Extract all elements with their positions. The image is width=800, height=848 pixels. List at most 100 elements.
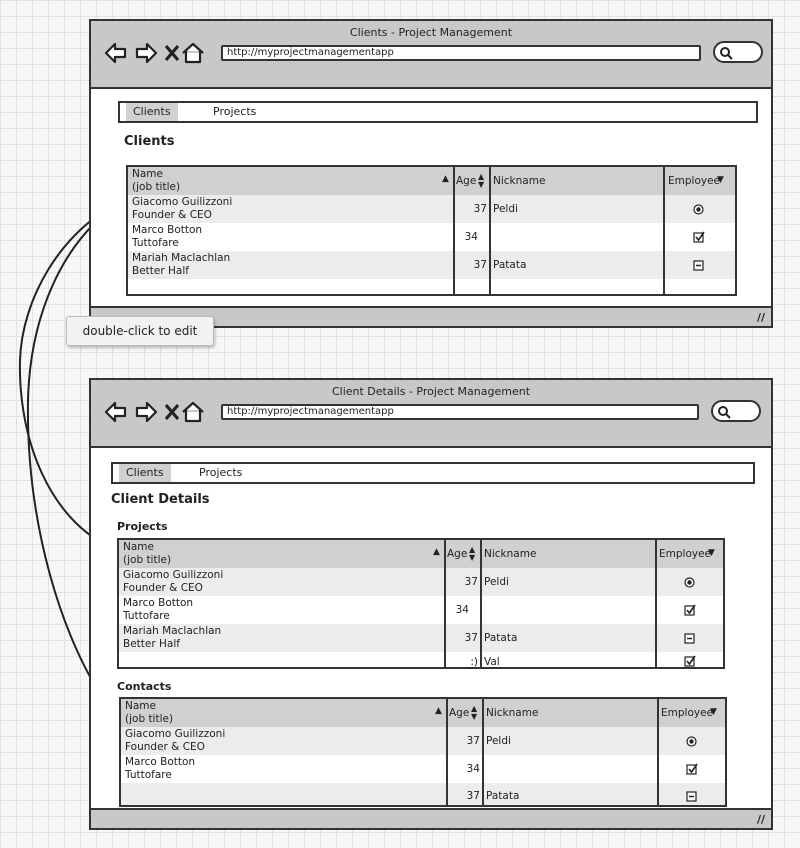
resize-grip-icon[interactable]: // (757, 813, 765, 826)
column-header-job-title: (job title) (132, 181, 181, 193)
sort-descending-icon[interactable]: ▼ (710, 706, 717, 719)
url-bar[interactable]: http://myprojectmanagementapp (221, 45, 701, 61)
checkbox-indeterminate-icon[interactable] (684, 633, 695, 644)
column-header-age[interactable]: Age (447, 548, 467, 561)
search-icon (720, 47, 733, 60)
cell-nickname: Patata (486, 790, 520, 802)
column-header-job-title: (job title) (123, 554, 172, 566)
forward-arrow-icon[interactable] (135, 401, 158, 423)
column-header-name[interactable]: Name (132, 168, 163, 181)
radio-button-icon[interactable] (686, 736, 697, 747)
column-header-employee[interactable]: Employee (661, 707, 713, 720)
cell-nickname: Peldi (486, 735, 511, 747)
stop-x-icon[interactable] (164, 403, 180, 421)
contacts-grid[interactable]: Name (job title) ▲ Age ▲ ▼ Nickname Emplo… (119, 697, 727, 807)
search-box[interactable] (711, 400, 761, 422)
sort-ascending-icon[interactable]: ▲ (433, 546, 440, 559)
sort-ascending-icon[interactable]: ▲ (435, 705, 442, 718)
cell-job-title: Founder & CEO (125, 741, 205, 753)
home-icon[interactable] (182, 42, 204, 64)
cell-name: Marco Botton (125, 756, 196, 768)
cell-age: 34 (466, 763, 480, 775)
resize-grip-icon[interactable]: // (757, 311, 765, 324)
table-row[interactable] (121, 755, 725, 783)
cell-name: Giacomo Guilizzoni (123, 569, 224, 581)
column-header-age[interactable]: Age (449, 707, 469, 720)
page-title: Client Details (111, 492, 210, 507)
cell-age: 34 (455, 604, 469, 616)
column-header-nickname[interactable]: Nickname (484, 548, 536, 561)
tab-bar: Clients Projects (111, 462, 755, 484)
table-row[interactable] (119, 596, 723, 624)
browser-titlebar: Clients - Project Management http://mypr… (91, 21, 771, 89)
sort-descending-icon[interactable]: ▼ (708, 547, 715, 560)
cell-name: Mariah Maclachlan (123, 625, 222, 637)
cell-name: Giacomo Guilizzoni (125, 728, 226, 740)
column-header-name[interactable]: Name (123, 541, 154, 554)
sort-descending-icon[interactable]: ▼ (717, 174, 724, 187)
column-header-employee[interactable]: Employee (659, 548, 711, 561)
search-icon (718, 406, 731, 419)
window-title: Clients - Project Management (349, 26, 513, 39)
cell-nickname: Val (484, 656, 500, 668)
table-row[interactable] (128, 223, 735, 251)
cell-age: 37 (464, 576, 478, 588)
tab-clients[interactable]: Clients (126, 103, 178, 121)
page-title: Clients (124, 134, 175, 149)
radio-button-icon[interactable] (684, 577, 695, 588)
clients-window: Clients - Project Management http://mypr… (89, 19, 773, 328)
checkbox-checked-icon[interactable] (684, 655, 696, 667)
column-header-nickname[interactable]: Nickname (486, 707, 538, 720)
home-icon[interactable] (182, 401, 204, 423)
cell-job-title: Tuttofare (123, 610, 170, 622)
sort-both-icon[interactable]: ▲ ▼ (469, 546, 475, 562)
cell-age: 37 (466, 735, 480, 747)
back-arrow-icon[interactable] (104, 401, 127, 423)
cell-job-title: Better Half (123, 638, 180, 650)
checkbox-checked-icon[interactable] (686, 763, 698, 775)
checkbox-indeterminate-icon[interactable] (693, 260, 704, 271)
browser-titlebar: Client Details - Project Management http… (91, 380, 771, 448)
cell-age: 37 (466, 790, 480, 802)
stop-x-icon[interactable] (164, 44, 180, 62)
forward-arrow-icon[interactable] (135, 42, 158, 64)
cell-name: Mariah Maclachlan (132, 252, 231, 264)
cell-nickname: Peldi (484, 576, 509, 588)
radio-button-icon[interactable] (693, 204, 704, 215)
checkbox-indeterminate-icon[interactable] (686, 791, 697, 802)
tab-bar: Clients Projects (118, 101, 758, 123)
checkbox-checked-icon[interactable] (693, 231, 705, 243)
status-bar: // (91, 808, 771, 828)
column-header-employee[interactable]: Employee (668, 175, 720, 188)
table-row[interactable] (121, 783, 725, 805)
back-arrow-icon[interactable] (104, 42, 127, 64)
cell-name: Marco Botton (123, 597, 194, 609)
grid-header (119, 540, 723, 568)
search-box[interactable] (713, 41, 763, 63)
url-bar[interactable]: http://myprojectmanagementapp (221, 404, 699, 420)
cell-name: Giacomo Guilizzoni (132, 196, 233, 208)
double-click-tooltip: double-click to edit (66, 316, 214, 346)
window-title: Client Details - Project Management (331, 385, 531, 398)
projects-grid[interactable]: Name (job title) ▲ Age ▲ ▼ Nickname Emplo… (117, 538, 725, 669)
client-details-window: Client Details - Project Management http… (89, 378, 773, 830)
cell-job-title: Better Half (132, 265, 189, 277)
tab-projects[interactable]: Projects (206, 103, 263, 121)
checkbox-checked-icon[interactable] (684, 604, 696, 616)
cell-job-title: Founder & CEO (132, 209, 212, 221)
sort-both-icon[interactable]: ▲ ▼ (478, 173, 484, 189)
cell-nickname: Patata (493, 259, 527, 271)
tab-clients[interactable]: Clients (119, 464, 171, 482)
table-row[interactable] (119, 652, 723, 667)
tab-projects[interactable]: Projects (192, 464, 249, 482)
column-header-job-title: (job title) (125, 713, 174, 725)
column-header-age[interactable]: Age (456, 175, 476, 188)
cell-age: 37 (473, 259, 487, 271)
column-header-name[interactable]: Name (125, 700, 156, 713)
sort-ascending-icon[interactable]: ▲ (442, 173, 449, 186)
column-header-nickname[interactable]: Nickname (493, 175, 545, 188)
clients-grid[interactable]: Name (job title) ▲ Age ▲ ▼ Nickname Emplo… (126, 165, 737, 296)
sort-both-icon[interactable]: ▲ ▼ (471, 705, 477, 721)
nav-buttons (103, 41, 213, 65)
cell-age: 37 (473, 203, 487, 215)
